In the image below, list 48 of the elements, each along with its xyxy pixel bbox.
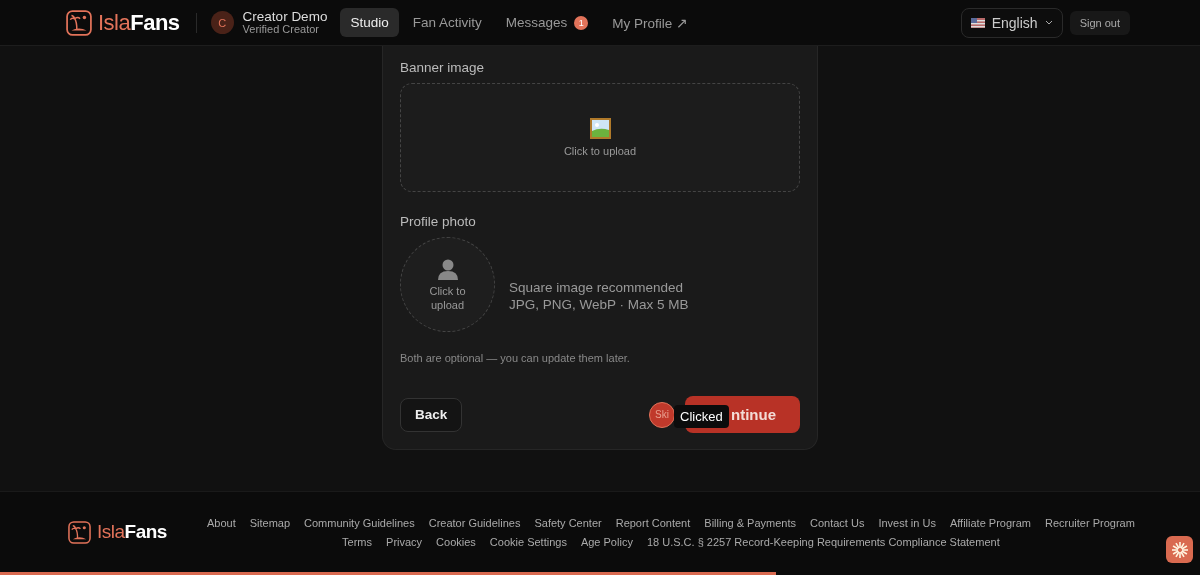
footer-link[interactable]: Creator Guidelines — [428, 516, 521, 529]
footer-link[interactable]: Report Content — [615, 516, 691, 529]
assistant-button[interactable] — [1166, 536, 1193, 563]
footer-link[interactable]: Safety Center — [534, 516, 602, 529]
unread-badge: 1 — [574, 15, 589, 30]
footer-link[interactable]: Affiliate Program — [949, 516, 1031, 529]
user-name: Creator Demo — [242, 9, 328, 24]
footer-link[interactable]: Terms — [342, 535, 373, 548]
framed-picture-icon — [589, 118, 611, 139]
chevron-icon — [1044, 20, 1053, 25]
footer-link[interactable]: Age Policy — [580, 535, 633, 548]
banner-upload-area[interactable]: Click to upload — [400, 83, 800, 192]
field-label: Banner image — [400, 60, 486, 75]
footer-link[interactable]: Recruiter Program — [1045, 516, 1135, 529]
person-icon — [437, 257, 458, 280]
footer-link[interactable]: Cookie Settings — [489, 535, 567, 548]
footer-link[interactable]: Privacy — [386, 535, 423, 548]
avatar: C — [210, 11, 234, 34]
brand-name: IslaFans — [97, 521, 167, 543]
nav-tab[interactable]: Fan Activity — [402, 8, 492, 37]
footer-link[interactable]: About — [206, 516, 236, 529]
logo-icon — [68, 520, 91, 544]
language-dropdown[interactable]: English — [960, 7, 1063, 38]
photo-requirement: Square image recommended — [509, 279, 685, 295]
sparkle-icon — [1170, 540, 1189, 559]
footer-link[interactable]: 18 U.S.C. § 2257 Record-Keeping Requirements Compliance Statement — [646, 535, 1000, 548]
help-text: Both are optional — you can update them later. — [400, 352, 631, 364]
sign-out-button[interactable]: Sign out — [1069, 10, 1130, 35]
upload-hint: Click to upload — [428, 283, 467, 312]
footer-link[interactable]: Billing & Payments — [704, 516, 796, 529]
upload-hint: Click to upload — [563, 145, 637, 157]
photo-requirement: JPG, PNG, WebP · Max 5 MB — [509, 296, 689, 312]
nav-tab[interactable]: Studio — [340, 8, 399, 37]
footer-link[interactable]: Cookies — [436, 535, 476, 548]
logo-icon — [66, 9, 92, 36]
footer-link[interactable]: Invest in Us — [878, 516, 936, 529]
back-button[interactable]: Back — [400, 397, 463, 432]
footer-link[interactable]: Contact Us — [810, 516, 865, 529]
nav-tab[interactable]: Messages 1 — [495, 8, 599, 37]
tooltip: Clicked — [674, 405, 729, 428]
user-role: Verified Creator — [242, 24, 321, 36]
footer-link[interactable]: Community Guidelines — [304, 516, 415, 529]
field-label: Profile photo — [400, 214, 477, 229]
footer-link[interactable]: Sitemap — [249, 516, 291, 529]
flag-icon — [970, 17, 985, 28]
brand-name: IslaFans — [98, 9, 180, 36]
nav-tab[interactable]: My Profile ↗ — [602, 7, 698, 38]
photo-upload-area[interactable]: Click to upload — [400, 237, 495, 332]
